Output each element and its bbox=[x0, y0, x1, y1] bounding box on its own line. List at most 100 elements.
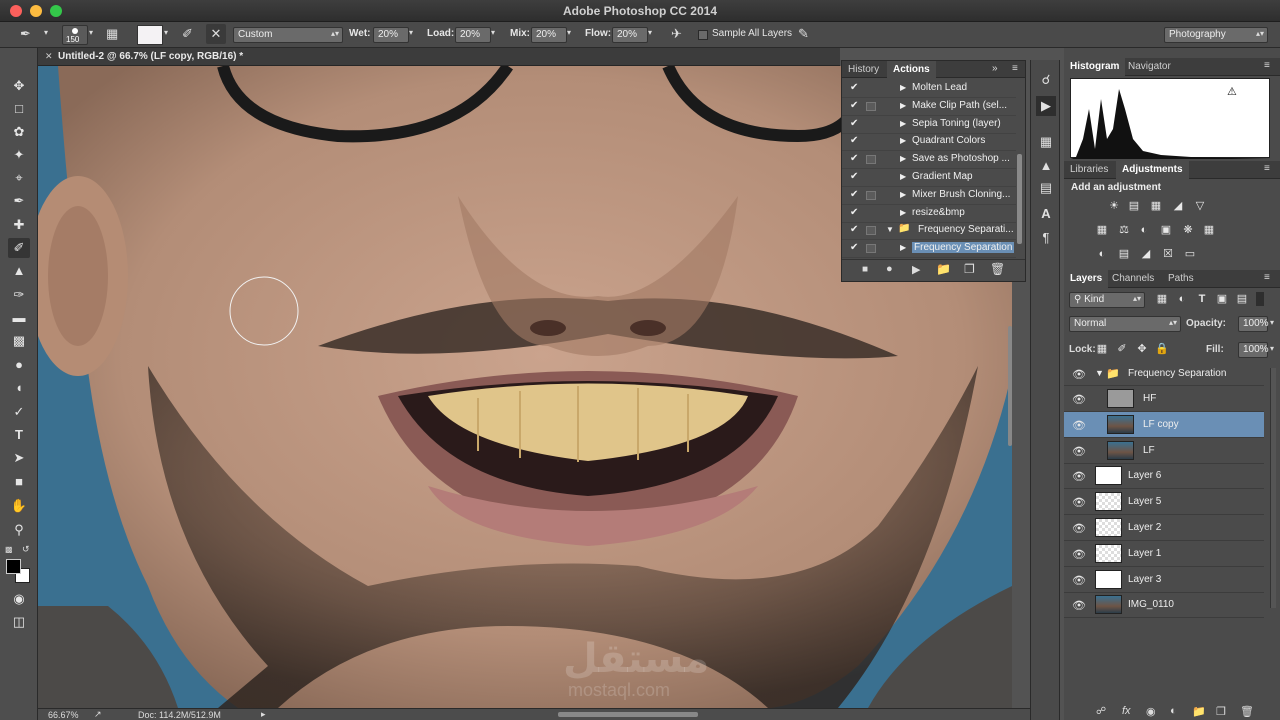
visibility-eye-icon[interactable]: 👁 bbox=[1072, 445, 1086, 458]
lock-position-icon[interactable]: ✥ bbox=[1134, 342, 1150, 356]
history-brush-tool-icon[interactable]: ✑ bbox=[8, 285, 30, 305]
collapsed-triangle-icon[interactable]: ▶ bbox=[900, 83, 906, 92]
action-item[interactable]: ✔ ▶ Save as Photoshop ... bbox=[842, 151, 1016, 170]
filter-pixel-icon[interactable]: ▦ bbox=[1154, 292, 1170, 306]
layer-row[interactable]: 👁 Layer 3 bbox=[1064, 567, 1264, 593]
chevron-down-icon[interactable]: ▾ bbox=[164, 28, 168, 37]
dialog-toggle-icon[interactable] bbox=[866, 190, 876, 200]
toggle-checkmark-icon[interactable]: ✔ bbox=[850, 118, 858, 129]
visibility-eye-icon[interactable]: 👁 bbox=[1072, 393, 1086, 406]
panel-menu-icon[interactable]: ≡ bbox=[1012, 63, 1018, 74]
expanded-triangle-icon[interactable]: ▼ bbox=[886, 225, 894, 234]
toggle-checkmark-icon[interactable]: ✔ bbox=[850, 153, 858, 164]
dialog-toggle-icon[interactable] bbox=[866, 155, 876, 165]
close-tab-icon[interactable]: ✕ bbox=[45, 51, 53, 62]
visibility-eye-icon[interactable]: 👁 bbox=[1072, 496, 1086, 509]
visibility-eye-icon[interactable]: 👁 bbox=[1072, 548, 1086, 561]
collapsed-triangle-icon[interactable]: ▶ bbox=[900, 154, 906, 163]
sample-all-layers-checkbox[interactable] bbox=[698, 30, 708, 40]
tab-navigator[interactable]: Navigator bbox=[1122, 58, 1177, 76]
collapse-panel-icon[interactable]: » bbox=[992, 63, 998, 74]
horizontal-scrollbar[interactable] bbox=[558, 712, 698, 717]
tab-channels[interactable]: Channels bbox=[1106, 270, 1160, 288]
dialog-toggle-icon[interactable] bbox=[866, 244, 876, 254]
collapsed-triangle-icon[interactable]: ▶ bbox=[900, 136, 906, 145]
chevron-down-icon[interactable]: ▾ bbox=[89, 28, 93, 37]
collapsed-triangle-icon[interactable]: ▶ bbox=[900, 190, 906, 199]
paragraph-panel-icon[interactable]: ¶ bbox=[1036, 228, 1056, 248]
panel-menu-icon[interactable]: ≡ bbox=[1264, 163, 1270, 174]
document-tab[interactable]: ✕ Untitled-2 @ 66.7% (LF copy, RGB/16) * bbox=[38, 48, 840, 66]
action-item[interactable]: ✔ ▶ Quadrant Colors bbox=[842, 133, 1016, 152]
visibility-eye-icon[interactable]: 👁 bbox=[1072, 599, 1086, 612]
color-lookup-icon[interactable]: ▦ bbox=[1201, 223, 1217, 237]
chevron-down-icon[interactable]: ▾ bbox=[491, 28, 495, 37]
chevron-down-icon[interactable]: ▾ bbox=[44, 28, 48, 37]
clean-brush-icon[interactable]: ✕ bbox=[206, 24, 226, 44]
pressure-icon[interactable]: ✎ bbox=[798, 26, 809, 42]
new-set-icon[interactable]: 📁 bbox=[936, 262, 951, 276]
lock-all-icon[interactable]: 🔒 bbox=[1154, 342, 1170, 356]
layer-filter-select[interactable]: ⚲ Kind ▴▾ bbox=[1069, 292, 1145, 308]
brush-presets-icon[interactable]: ▦ bbox=[1036, 132, 1056, 152]
tab-adjustments[interactable]: Adjustments bbox=[1116, 161, 1189, 179]
play-icon[interactable]: ▶ bbox=[912, 263, 920, 276]
gradient-map-icon[interactable]: ▭ bbox=[1182, 247, 1198, 261]
brightness-contrast-icon[interactable]: ☀ bbox=[1106, 199, 1122, 213]
toggle-checkmark-icon[interactable]: ✔ bbox=[850, 100, 858, 111]
layer-group-row[interactable]: 👁 ▼ 📁 Frequency Separation bbox=[1064, 361, 1264, 386]
wet-field[interactable]: 20% bbox=[373, 27, 409, 43]
layer-row[interactable]: 👁 Layer 1 bbox=[1064, 541, 1264, 567]
load-field[interactable]: 20% bbox=[455, 27, 491, 43]
invert-icon[interactable]: ◐ bbox=[1094, 247, 1110, 261]
canvas-vertical-scrollbar[interactable] bbox=[1008, 326, 1012, 446]
action-item[interactable]: ✔ ▶ Mixer Brush Cloning... bbox=[842, 187, 1016, 205]
toggle-checkmark-icon[interactable]: ✔ bbox=[850, 207, 858, 218]
quick-mask-icon[interactable]: ◉ bbox=[8, 589, 30, 609]
fill-field[interactable]: 100% bbox=[1238, 342, 1269, 358]
hue-saturation-icon[interactable]: ▦ bbox=[1094, 223, 1110, 237]
filter-type-icon[interactable]: T bbox=[1194, 292, 1210, 306]
layer-row[interactable]: 👁 LF bbox=[1064, 438, 1264, 464]
brush-preset-picker[interactable]: 150 bbox=[62, 25, 88, 45]
tab-history[interactable]: History bbox=[842, 61, 885, 78]
delete-icon[interactable]: 🗑 bbox=[990, 262, 1005, 276]
blur-tool-icon[interactable]: ● bbox=[8, 355, 30, 375]
action-item[interactable]: ✔ ▶ resize&bmp bbox=[842, 205, 1016, 223]
action-item[interactable]: ✔ ▶ Molten Lead bbox=[842, 80, 1016, 98]
layer-row[interactable]: 👁 IMG_0110 bbox=[1064, 592, 1264, 619]
layer-mask-icon[interactable]: ◉ bbox=[1146, 705, 1156, 718]
dodge-tool-icon[interactable]: ◖ bbox=[8, 378, 30, 398]
history-panel-icon[interactable]: ☌ bbox=[1036, 70, 1056, 90]
type-tool-icon[interactable]: T bbox=[8, 425, 30, 445]
chevron-down-icon[interactable]: ▾ bbox=[567, 28, 571, 37]
tab-layers[interactable]: Layers bbox=[1064, 270, 1109, 288]
chevron-down-icon[interactable]: ▾ bbox=[1270, 318, 1274, 327]
crop-tool-icon[interactable]: ⌖ bbox=[8, 168, 30, 188]
brush-panel-toggle-icon[interactable]: ▦ bbox=[106, 26, 118, 42]
layer-row[interactable]: 👁 Layer 5 bbox=[1064, 489, 1264, 516]
lasso-tool-icon[interactable]: ✿ bbox=[8, 122, 30, 142]
brush-tool-icon[interactable]: ✐ bbox=[8, 238, 30, 258]
photo-filter-icon[interactable]: ▣ bbox=[1158, 223, 1174, 237]
panel-menu-icon[interactable]: ≡ bbox=[1264, 60, 1270, 71]
load-brush-icon[interactable]: ✐ bbox=[182, 26, 193, 42]
stop-recording-icon[interactable]: ■ bbox=[862, 264, 868, 275]
adjustment-layer-icon[interactable]: ◐ bbox=[1170, 705, 1177, 717]
actions-panel-icon[interactable]: ▶ bbox=[1036, 96, 1056, 116]
tab-actions[interactable]: Actions bbox=[887, 61, 936, 78]
dialog-toggle-icon[interactable] bbox=[866, 101, 876, 111]
visibility-eye-icon[interactable]: 👁 bbox=[1072, 470, 1086, 483]
blend-combo-select[interactable]: Custom ▴▾ bbox=[233, 27, 343, 43]
visibility-eye-icon[interactable]: 👁 bbox=[1072, 574, 1086, 587]
layer-row[interactable]: 👁 LF copy bbox=[1064, 411, 1264, 438]
marquee-tool-icon[interactable]: □ bbox=[8, 99, 30, 119]
toggle-checkmark-icon[interactable]: ✔ bbox=[850, 242, 858, 253]
tab-histogram[interactable]: Histogram bbox=[1064, 58, 1126, 76]
layer-row[interactable]: 👁 Layer 2 bbox=[1064, 515, 1264, 541]
rectangle-tool-icon[interactable]: ■ bbox=[8, 472, 30, 492]
link-layers-icon[interactable]: ☍ bbox=[1096, 706, 1106, 717]
levels-icon[interactable]: ▤ bbox=[1126, 199, 1142, 213]
tool-presets-icon[interactable]: ▤ bbox=[1036, 178, 1056, 198]
new-action-icon[interactable]: ❐ bbox=[964, 262, 975, 276]
